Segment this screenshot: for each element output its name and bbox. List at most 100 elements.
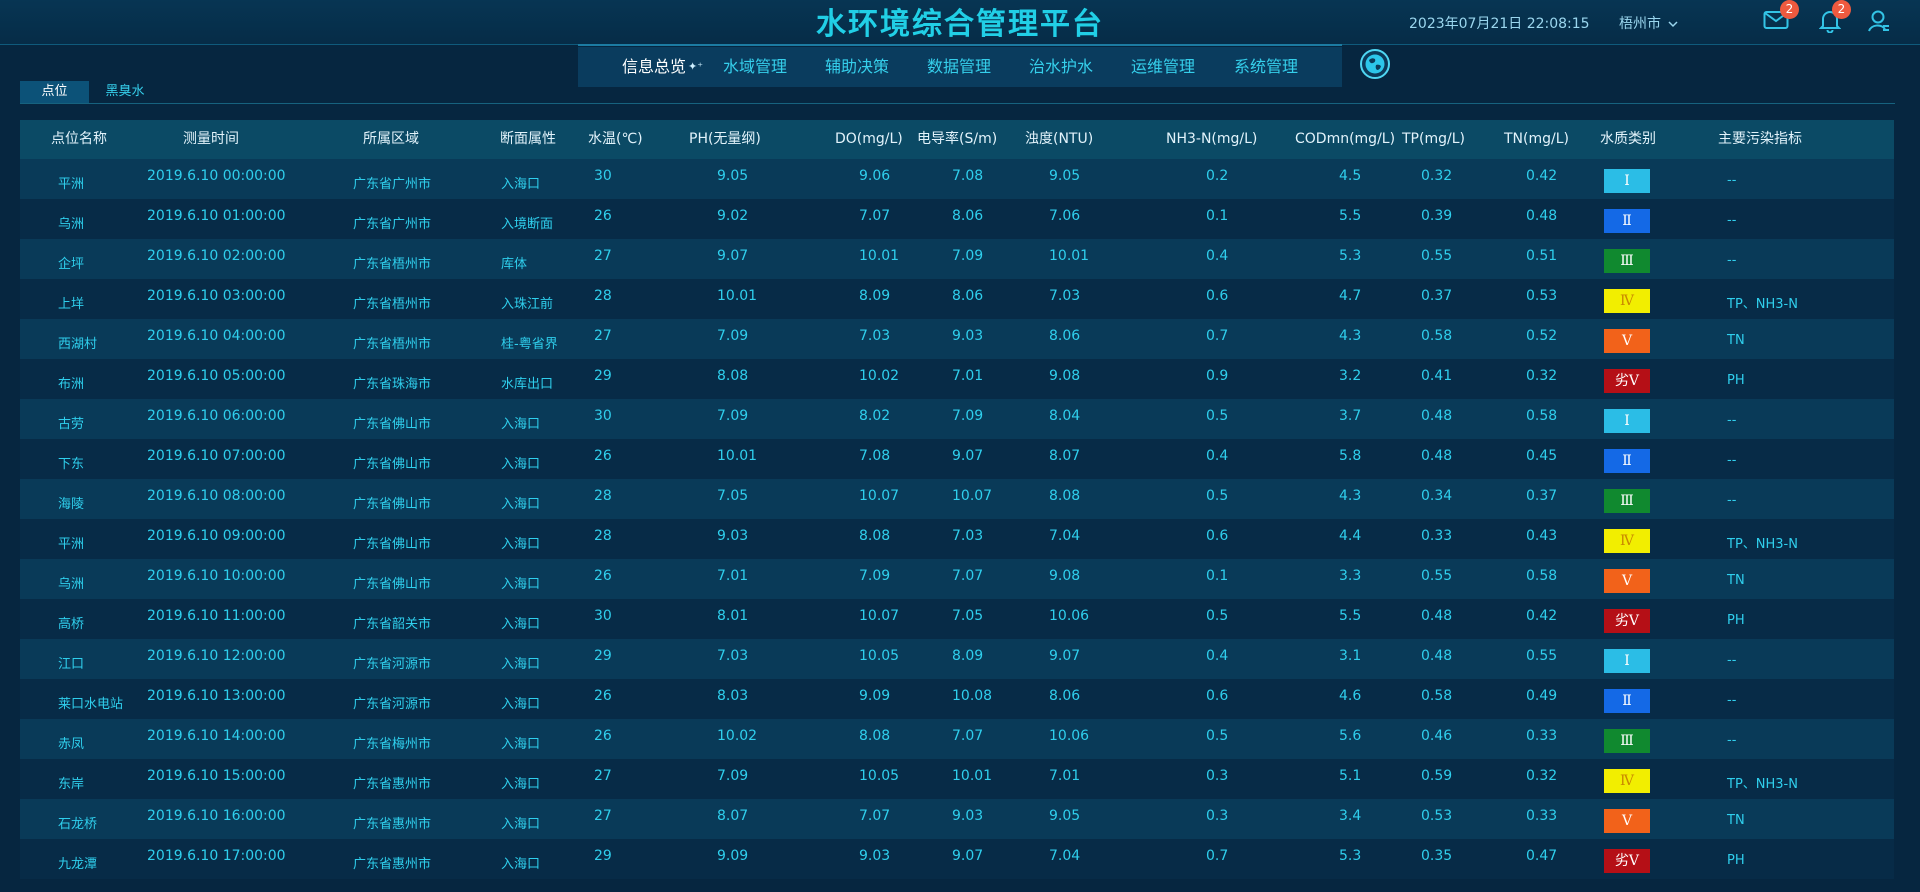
- tp-cell: 0.58: [1421, 328, 1453, 344]
- turbidity-cell: 9.05: [1049, 168, 1081, 184]
- codmn-cell: 4.4: [1339, 528, 1362, 544]
- tp-cell: 0.41: [1421, 368, 1453, 384]
- tp-cell: 0.35: [1421, 848, 1453, 864]
- table-row[interactable]: 上垟 2019.6.10 03:00:00 广东省梧州市 入珠江前 28 10.01 8.0…: [20, 279, 1894, 319]
- table-row[interactable]: 乌洲 2019.6.10 10:00:00 广东省佛山市 入海口 26 7.01 7.09 7…: [20, 559, 1894, 599]
- point-name-cell: 江口: [58, 657, 85, 672]
- table-row[interactable]: 石龙桥 2019.6.10 16:00:00 广东省惠州市 入海口 27 8.07 7.07…: [20, 799, 1894, 839]
- point-name-cell: 莱口水电站: [58, 697, 124, 712]
- tab-black-odorous-water[interactable]: 黑臭水: [95, 81, 155, 103]
- nav-item-decision-support[interactable]: 辅助决策: [825, 47, 889, 87]
- point-name-cell: 布洲: [58, 377, 85, 392]
- nh3n-cell: 0.4: [1206, 448, 1229, 464]
- sparkle-icon: ✦⁺: [688, 60, 704, 73]
- main-pollutant-cell: --: [1727, 253, 1737, 268]
- col-point-name-header: 点位名称: [51, 131, 107, 147]
- conductivity-cell: 10.01: [952, 768, 993, 784]
- tn-cell: 0.43: [1526, 528, 1558, 544]
- ph-cell: 9.05: [717, 168, 749, 184]
- ph-cell: 10.01: [717, 448, 758, 464]
- ph-cell: 8.01: [717, 608, 749, 624]
- tp-cell: 0.33: [1421, 528, 1453, 544]
- nh3n-cell: 0.6: [1206, 688, 1229, 704]
- table-row[interactable]: 海陵 2019.6.10 08:00:00 广东省佛山市 入海口 28 7.05 10.07…: [20, 479, 1894, 519]
- quality-class-badge: Ⅲ: [1604, 729, 1650, 753]
- globe-button[interactable]: [1359, 48, 1391, 84]
- table-row[interactable]: 赤凤 2019.6.10 14:00:00 广东省梅州市 入海口 26 10.02 8.08…: [20, 719, 1894, 759]
- table-row[interactable]: 下东 2019.6.10 07:00:00 广东省佛山市 入海口 26 10.01 7.08…: [20, 439, 1894, 479]
- ph-cell: 7.09: [717, 408, 749, 424]
- table-row[interactable]: 莱口水电站 2019.6.10 13:00:00 广东省河源市 入海口 26 8.03 9.…: [20, 679, 1894, 719]
- main-pollutant-cell: TN: [1727, 333, 1745, 348]
- table-row[interactable]: 西湖村 2019.6.10 04:00:00 广东省梧州市 桂-粤省界 27 7.09 7.…: [20, 319, 1894, 359]
- codmn-cell: 4.3: [1339, 488, 1362, 504]
- conductivity-cell: 7.08: [952, 168, 984, 184]
- table-row[interactable]: 九龙潭 2019.6.10 17:00:00 广东省惠州市 入海口 29 9.09 9.03…: [20, 839, 1894, 879]
- tp-cell: 0.46: [1421, 728, 1453, 744]
- tp-cell: 0.59: [1421, 768, 1453, 784]
- tn-cell: 0.53: [1526, 288, 1558, 304]
- table-row[interactable]: 平洲 2019.6.10 00:00:00 广东省广州市 入海口 30 9.05 9.06 7…: [20, 159, 1894, 199]
- tp-cell: 0.37: [1421, 288, 1453, 304]
- conductivity-cell: 8.09: [952, 648, 984, 664]
- section-cell: 入海口: [501, 697, 541, 712]
- section-cell: 入海口: [501, 417, 541, 432]
- conductivity-cell: 7.09: [952, 408, 984, 424]
- ph-cell: 8.03: [717, 688, 749, 704]
- ph-cell: 7.01: [717, 568, 749, 584]
- nav-item-system[interactable]: 系统管理: [1234, 47, 1298, 87]
- do-cell: 9.09: [859, 688, 891, 704]
- water-quality-table: 点位名称 测量时间 所属区域 断面属性 水温(℃) PH(无量纲) DO(mg/L) 电导率(…: [20, 120, 1894, 879]
- tab-points[interactable]: 点位: [20, 81, 89, 103]
- nh3n-cell: 0.2: [1206, 168, 1229, 184]
- city-selector[interactable]: 梧州市: [1619, 13, 1678, 33]
- measure-time-cell: 2019.6.10 01:00:00: [147, 208, 286, 224]
- user-menu-button[interactable]: [1868, 9, 1890, 37]
- main-pollutant-cell: --: [1727, 693, 1737, 708]
- mail-button[interactable]: 2: [1763, 0, 1799, 35]
- measure-time-cell: 2019.6.10 13:00:00: [147, 688, 286, 704]
- table-row[interactable]: 江口 2019.6.10 12:00:00 广东省河源市 入海口 29 7.03 10.05…: [20, 639, 1894, 679]
- tn-cell: 0.37: [1526, 488, 1558, 504]
- table-row[interactable]: 平洲 2019.6.10 09:00:00 广东省佛山市 入海口 28 9.03 8.08 7…: [20, 519, 1894, 559]
- table-row[interactable]: 企坪 2019.6.10 02:00:00 广东省梧州市 库体 27 9.07 10.01 7…: [20, 239, 1894, 279]
- turbidity-cell: 10.06: [1049, 728, 1090, 744]
- table-row[interactable]: 古劳 2019.6.10 06:00:00 广东省佛山市 入海口 30 7.09 8.02 7…: [20, 399, 1894, 439]
- water-temp-cell: 27: [594, 328, 612, 344]
- section-cell: 入海口: [501, 777, 541, 792]
- table-header-row: 点位名称 测量时间 所属区域 断面属性 水温(℃) PH(无量纲) DO(mg/L) 电导率(…: [20, 120, 1894, 159]
- table-row[interactable]: 布洲 2019.6.10 05:00:00 广东省珠海市 水库出口 29 8.08 10.0…: [20, 359, 1894, 399]
- nav-item-water-governance[interactable]: 治水护水: [1029, 47, 1093, 87]
- conductivity-cell: 7.01: [952, 368, 984, 384]
- point-name-cell: 石龙桥: [58, 817, 98, 832]
- nav-item-overview[interactable]: 信息总览 ✦⁺: [622, 47, 703, 87]
- tn-cell: 0.58: [1526, 568, 1558, 584]
- table-row[interactable]: 乌洲 2019.6.10 01:00:00 广东省广州市 入境断面 26 9.02 7.07…: [20, 199, 1894, 239]
- measure-time-cell: 2019.6.10 07:00:00: [147, 448, 286, 464]
- turbidity-cell: 9.08: [1049, 568, 1081, 584]
- quality-class-badge: Ⅰ: [1604, 649, 1650, 673]
- codmn-cell: 3.4: [1339, 808, 1362, 824]
- ph-cell: 8.07: [717, 808, 749, 824]
- region-cell: 广东省韶关市: [353, 617, 432, 632]
- point-name-cell: 赤凤: [58, 737, 85, 752]
- notification-button[interactable]: 2: [1818, 0, 1851, 37]
- nav-item-data-management[interactable]: 数据管理: [927, 47, 991, 87]
- nav-item-operations[interactable]: 运维管理: [1131, 47, 1195, 87]
- nav-item-water-area[interactable]: 水域管理: [723, 47, 787, 87]
- section-cell: 入海口: [501, 177, 541, 192]
- table-row[interactable]: 东岸 2019.6.10 15:00:00 广东省惠州市 入海口 27 7.09 10.05…: [20, 759, 1894, 799]
- nh3n-cell: 0.7: [1206, 328, 1229, 344]
- section-cell: 入海口: [501, 457, 541, 472]
- conductivity-cell: 9.03: [952, 808, 984, 824]
- turbidity-cell: 7.04: [1049, 848, 1081, 864]
- region-cell: 广东省佛山市: [353, 457, 432, 472]
- section-cell: 水库出口: [501, 377, 554, 392]
- table-row[interactable]: 高桥 2019.6.10 11:00:00 广东省韶关市 入海口 30 8.01 10.07…: [20, 599, 1894, 639]
- conductivity-cell: 9.07: [952, 448, 984, 464]
- main-pollutant-cell: TP、NH3-N: [1727, 777, 1798, 792]
- tn-cell: 0.48: [1526, 208, 1558, 224]
- measure-time-cell: 2019.6.10 12:00:00: [147, 648, 286, 664]
- table-body: 平洲 2019.6.10 00:00:00 广东省广州市 入海口 30 9.05 9.06 7…: [20, 159, 1894, 879]
- measure-time-cell: 2019.6.10 06:00:00: [147, 408, 286, 424]
